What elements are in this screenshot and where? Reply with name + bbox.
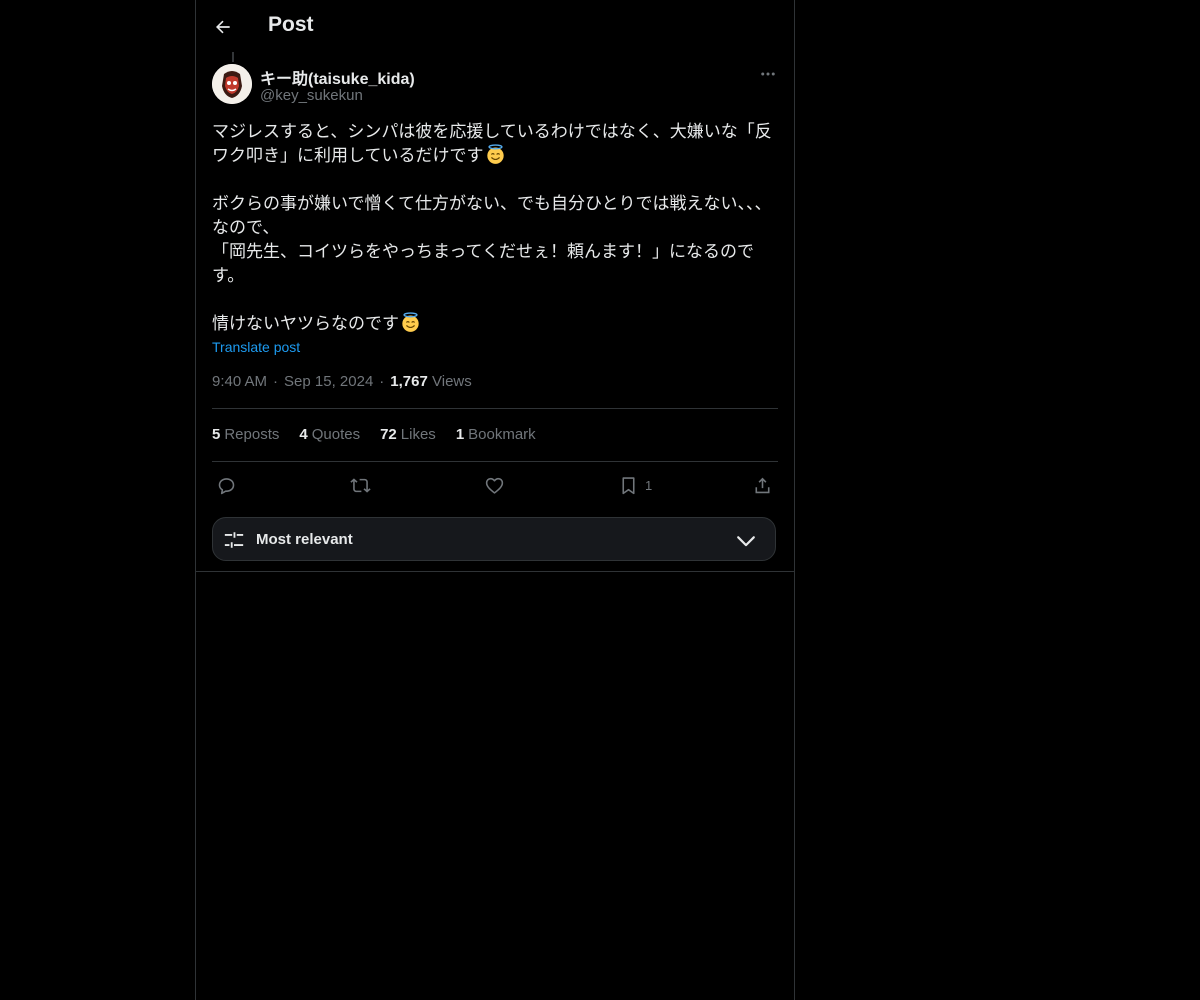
smiling-face-with-halo-emoji — [402, 312, 419, 332]
views-count: 1,767 — [390, 373, 428, 390]
sliders-icon — [224, 532, 244, 548]
avatar[interactable] — [212, 64, 252, 104]
reposts-label: Reposts — [224, 426, 280, 443]
post-column: Post キー助(taisuke_kida) @key_sukekun マジレス… — [195, 0, 795, 1000]
meta-separator: · — [379, 373, 385, 390]
thread-connector-line — [232, 52, 234, 62]
sort-label: Most relevant — [256, 531, 353, 548]
back-button[interactable] — [208, 12, 238, 42]
post-paragraph: マジレスすると、シンパは彼を応援しているわけではなく、大嫌いな「反ワク叩き」に利… — [212, 120, 778, 168]
likes-label: Likes — [400, 426, 436, 443]
share-button[interactable] — [752, 472, 773, 498]
bookmark-count: 1 — [645, 477, 653, 493]
post-meta: 9:40 AM · Sep 15, 2024 · 1,767 Views — [212, 373, 472, 390]
post-time[interactable]: 9:40 AM — [212, 373, 267, 390]
share-icon — [755, 477, 770, 493]
more-horizontal-icon — [761, 72, 775, 76]
reply-icon — [218, 477, 235, 494]
bookmarks-label: Bookmark — [468, 426, 536, 443]
avatar-illustration — [212, 64, 252, 104]
page-title: Post — [268, 13, 314, 36]
translate-post-link[interactable]: Translate post — [212, 339, 300, 355]
repost-button[interactable] — [350, 472, 371, 498]
chevron-down-icon — [737, 536, 755, 547]
like-button[interactable] — [484, 472, 505, 498]
reposts-stat[interactable]: 5 Reposts — [212, 426, 279, 443]
quotes-count: 4 — [299, 426, 308, 443]
arrow-left-icon — [216, 20, 230, 34]
reply-button[interactable] — [216, 472, 237, 498]
post-paragraph-text: 情けないヤツらなのです — [212, 314, 399, 333]
post-stats: 5 Reposts 4 Quotes 72 Likes 1 Bookmark — [212, 426, 536, 443]
heart-icon — [485, 477, 504, 494]
reposts-count: 5 — [212, 426, 221, 443]
post-paragraph: ボクらの事が嫌いで憎くて仕方がない、でも自分ひとりでは戦えない、、、 なので、 … — [212, 194, 772, 285]
post-date[interactable]: Sep 15, 2024 — [284, 373, 373, 390]
bookmark-icon — [622, 476, 635, 494]
bookmark-button[interactable]: 1 — [618, 472, 652, 498]
divider — [212, 461, 778, 462]
likes-count: 72 — [380, 426, 397, 443]
post-text: マジレスすると、シンパは彼を応援しているわけではなく、大嫌いな「反ワク叩き」に利… — [212, 120, 778, 336]
quotes-stat[interactable]: 4 Quotes — [299, 426, 360, 443]
quotes-label: Quotes — [311, 426, 361, 443]
author-name[interactable]: キー助(taisuke_kida) — [260, 65, 415, 89]
author-handle[interactable]: @key_sukekun — [260, 87, 363, 104]
views-label: Views — [432, 373, 472, 390]
likes-stat[interactable]: 72 Likes — [380, 426, 436, 443]
bookmarks-count: 1 — [455, 426, 465, 443]
sort-replies-dropdown[interactable]: Most relevant — [212, 517, 776, 561]
bookmarks-stat[interactable]: 1 Bookmark — [456, 426, 536, 443]
divider — [212, 408, 778, 409]
repost-icon — [350, 477, 371, 493]
smiling-face-with-halo-emoji — [486, 144, 504, 164]
section-divider — [196, 571, 794, 572]
more-options-button[interactable] — [756, 62, 780, 86]
meta-separator: · — [273, 373, 279, 390]
post-paragraph: 情けないヤツらなのです — [212, 312, 778, 336]
